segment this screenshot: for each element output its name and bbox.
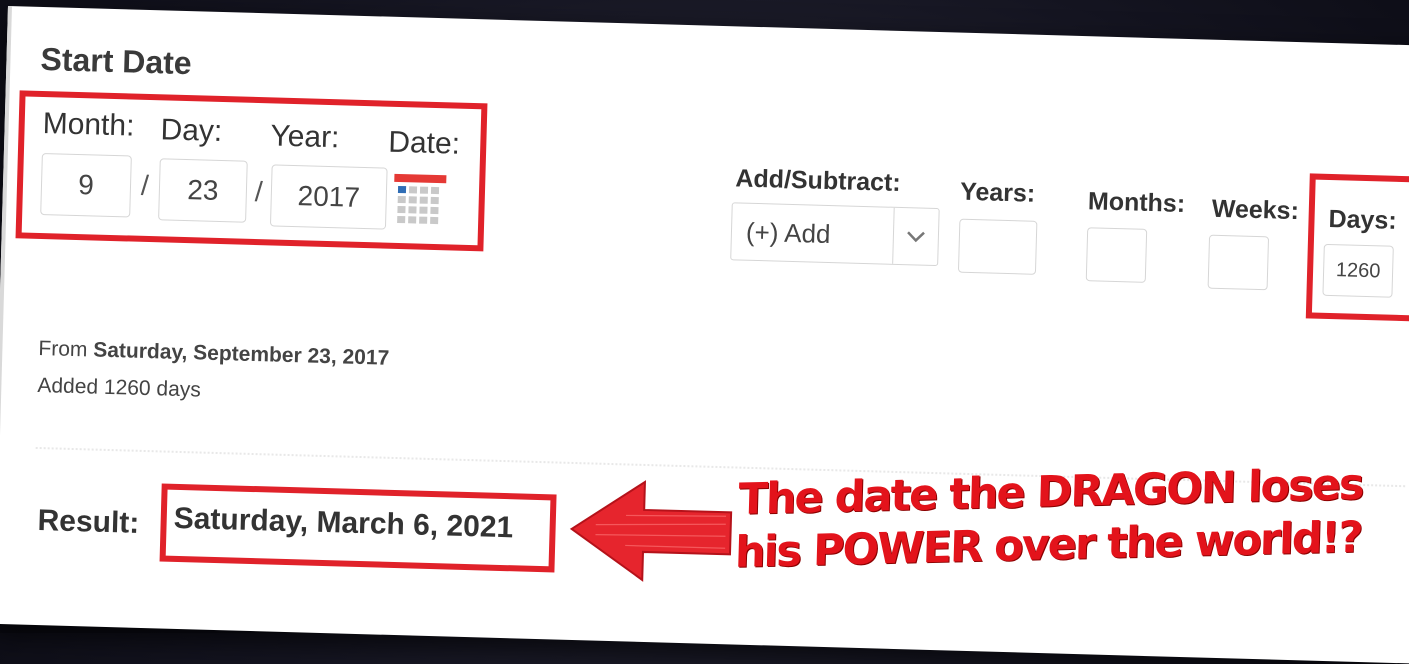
day-input[interactable]: 23 — [158, 158, 248, 223]
added-text: Added 1260 days — [37, 373, 202, 402]
day-label: Day: — [160, 113, 223, 149]
left-arrow-icon — [564, 474, 737, 589]
date-label: Date: — [387, 125, 461, 161]
month-input[interactable]: 9 — [40, 153, 132, 218]
month-label: Month: — [42, 107, 135, 143]
date-separator: / — [254, 175, 264, 208]
year-input[interactable]: 2017 — [269, 164, 388, 230]
add-subtract-selected: (+) Add — [745, 216, 831, 249]
section-title: Start Date — [40, 40, 193, 82]
weeks-input[interactable] — [1207, 234, 1270, 291]
days-label: Days: — [1328, 204, 1398, 235]
from-date: Saturday, September 23, 2017 — [92, 338, 390, 370]
from-prefix: From — [38, 336, 88, 362]
months-label: Months: — [1087, 187, 1186, 218]
date-calculator-panel: Start Date Month: Day: Year: Date: 9 / 2… — [0, 6, 1409, 664]
chevron-down-icon[interactable] — [892, 207, 939, 266]
year-label: Year: — [270, 119, 340, 155]
date-separator: / — [140, 169, 150, 201]
add-subtract-select[interactable]: (+) Add — [730, 202, 940, 267]
result-label: Result: — [37, 504, 140, 540]
years-input[interactable] — [957, 218, 1038, 275]
add-subtract-label: Add/Subtract: — [735, 164, 902, 197]
months-input[interactable] — [1085, 227, 1148, 283]
from-text: From Saturday, September 23, 2017 — [38, 337, 389, 371]
weeks-label: Weeks: — [1211, 194, 1300, 226]
days-input[interactable]: 1260 — [1322, 243, 1394, 298]
years-label: Years: — [959, 177, 1036, 208]
calendar-icon[interactable] — [391, 172, 449, 230]
